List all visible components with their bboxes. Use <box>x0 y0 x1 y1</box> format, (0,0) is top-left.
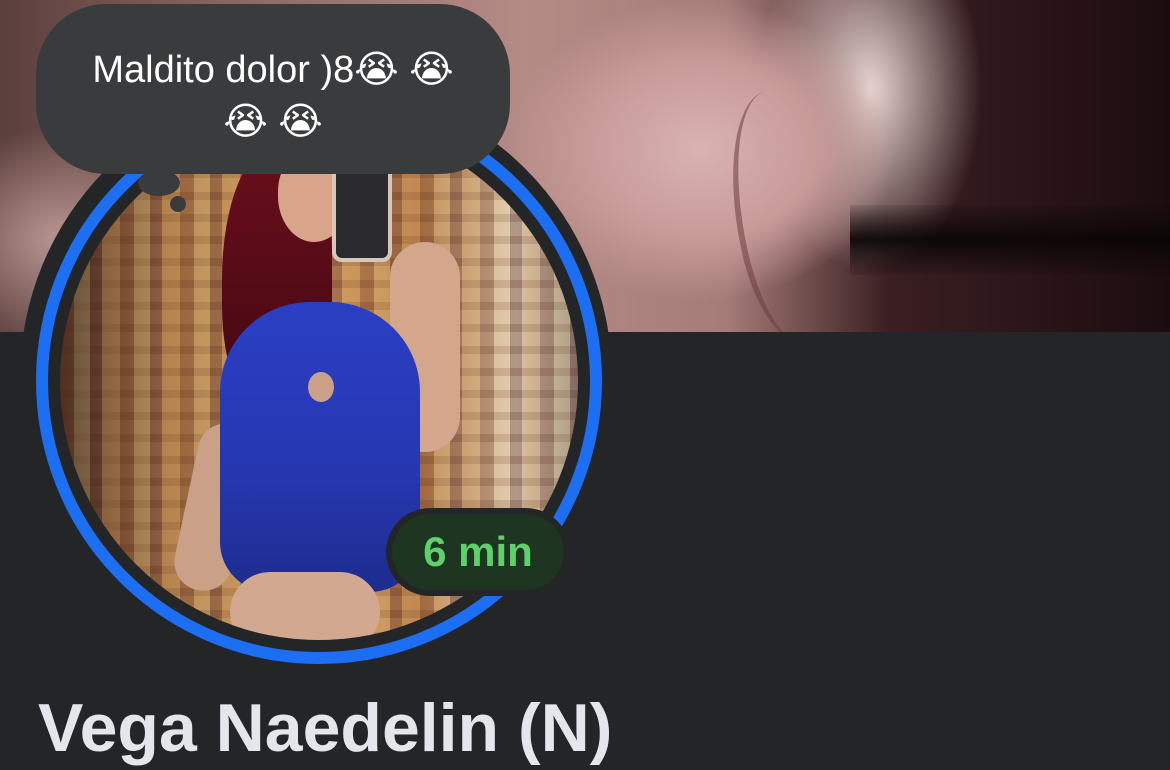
note-text: Maldito dolor )8 <box>92 49 355 91</box>
avatar-photo-phone <box>332 162 392 262</box>
profile-name: Vega Naedelin (N) <box>38 690 613 766</box>
cover-photo-detail <box>710 82 856 332</box>
loudly-crying-face-icon: 😭 <box>409 49 454 91</box>
note-bubble[interactable]: Maldito dolor )8😭 😭 😭 😭 <box>36 4 510 174</box>
note-bubble-tail <box>138 170 180 196</box>
cover-photo-shadow <box>850 205 1170 275</box>
loudly-crying-face-icon: 😭 <box>354 49 399 91</box>
avatar-photo-legs <box>230 572 380 640</box>
note-bubble-tail-dot <box>170 196 186 212</box>
active-status-badge: 6 min <box>392 514 564 590</box>
loudly-crying-face-icon: 😭 <box>278 101 323 143</box>
avatar-photo-detail <box>308 372 334 402</box>
loudly-crying-face-icon: 😭 <box>223 101 268 143</box>
